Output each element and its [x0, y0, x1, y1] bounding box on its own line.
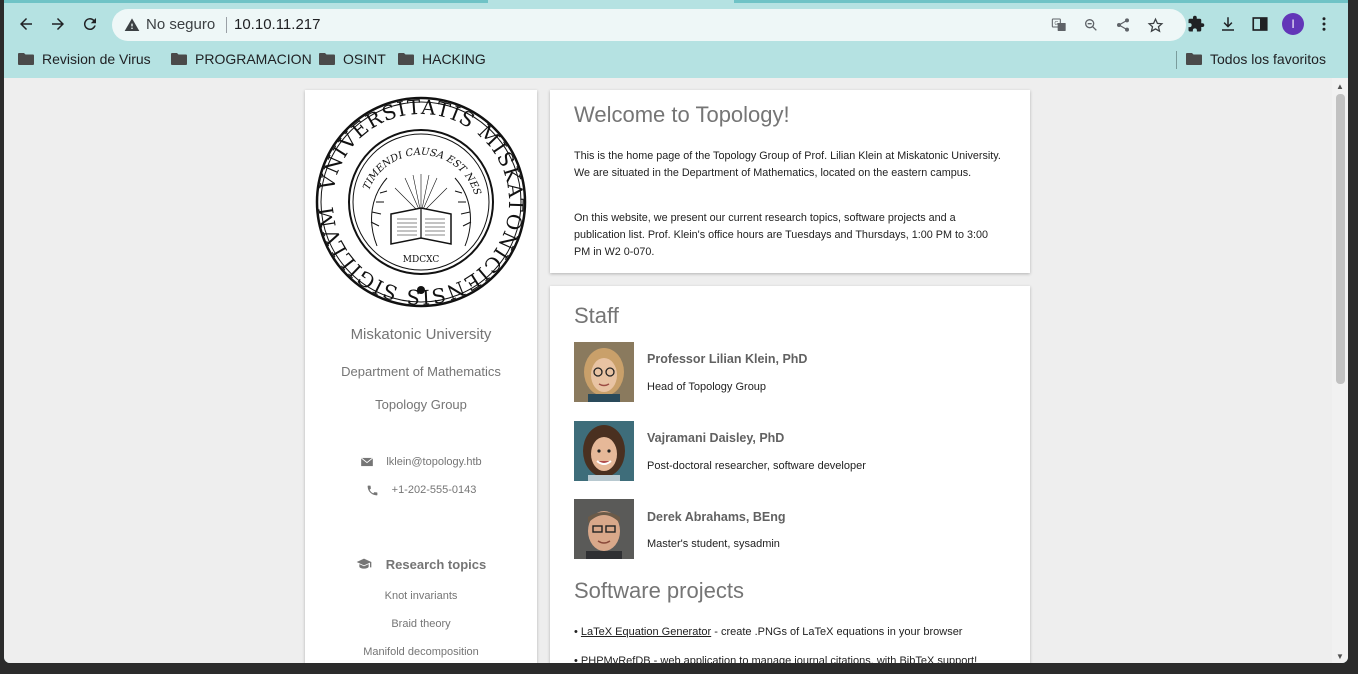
- page-viewport[interactable]: VNIVERSITATIS MISKATONICIENSIS SIGILLVM …: [4, 78, 1332, 663]
- bookmark-folder[interactable]: OSINT: [319, 51, 386, 67]
- staff-card: Staff Professor Lilian Klein, PhD Head o…: [550, 286, 1030, 663]
- group-name: Topology Group: [375, 397, 467, 412]
- bullet: •: [574, 626, 581, 638]
- staff-name: Vajramani Daisley, PhD: [647, 431, 785, 445]
- staff-photo-avatar: [574, 421, 634, 481]
- research-topic-item[interactable]: Knot invariants: [305, 590, 537, 602]
- bookmarks-bar: Revision de Virus PROGRAMACION OSINT HAC…: [4, 45, 1348, 75]
- back-button[interactable]: [12, 10, 40, 38]
- folder-icon: [171, 53, 187, 65]
- active-tab-indicator[interactable]: [4, 0, 488, 3]
- folder-icon: [319, 53, 335, 65]
- sidebar-card: VNIVERSITATIS MISKATONICIENSIS SIGILLVM …: [305, 90, 537, 663]
- scroll-thumb[interactable]: [1336, 94, 1345, 384]
- tab-indicator[interactable]: [734, 0, 1348, 3]
- security-status[interactable]: No seguro: [146, 16, 215, 33]
- project-desc: - create .PNGs of LaTeX equations in you…: [711, 626, 963, 638]
- email-text[interactable]: lklein@topology.htb: [386, 456, 481, 468]
- folder-icon: [398, 53, 414, 65]
- university-name: Miskatonic University: [350, 326, 492, 343]
- project-desc: - web application to manage journal cita…: [650, 655, 978, 663]
- bookmark-label: HACKING: [422, 51, 486, 67]
- download-icon[interactable]: [1218, 14, 1238, 34]
- bullet: •: [574, 655, 581, 663]
- graduation-cap-icon: [356, 556, 372, 572]
- page-scrollbar[interactable]: ▲ ▼: [1332, 78, 1348, 663]
- university-seal-logo: VNIVERSITATIS MISKATONICIENSIS SIGILLVM …: [315, 96, 527, 308]
- reload-icon: [83, 18, 96, 31]
- bookmark-star-icon[interactable]: [1146, 16, 1164, 34]
- bookmark-label: OSINT: [343, 51, 386, 67]
- omnibox-separator: [226, 17, 227, 33]
- url-text[interactable]: 10.10.11.217: [234, 16, 320, 33]
- phone-text: +1-202-555-0143: [391, 484, 477, 496]
- folder-icon: [18, 53, 34, 65]
- staff-role: Master's student, sysadmin: [647, 538, 780, 550]
- software-project-item: • LaTeX Equation Generator - create .PNG…: [574, 626, 962, 638]
- scroll-down-arrow-icon[interactable]: ▼: [1336, 652, 1344, 661]
- software-title: Software projects: [574, 578, 744, 603]
- reload-button[interactable]: [76, 10, 104, 38]
- staff-role: Post-doctoral researcher, software devel…: [647, 460, 866, 472]
- bookmarks-separator: [1176, 51, 1177, 69]
- scroll-up-arrow-icon[interactable]: ▲: [1336, 82, 1344, 91]
- bookmark-folder[interactable]: PROGRAMACION: [171, 51, 312, 67]
- welcome-title: Welcome to Topology!: [574, 102, 790, 127]
- staff-name: Professor Lilian Klein, PhD: [647, 352, 808, 366]
- staff-name: Derek Abrahams, BEng: [647, 510, 786, 524]
- browser-window: No seguro 10.10.11.217 G I Revision de V…: [4, 0, 1348, 663]
- bookmark-folder[interactable]: HACKING: [398, 51, 486, 67]
- staff-role: Head of Topology Group: [647, 381, 767, 393]
- welcome-paragraph: This is the home page of the Topology Gr…: [574, 150, 1001, 179]
- research-topics-heading: Research topics: [305, 556, 537, 572]
- research-topic-item[interactable]: Manifold decomposition: [305, 646, 537, 658]
- research-topics-label: Research topics: [385, 556, 487, 572]
- bookmark-folder[interactable]: Revision de Virus: [18, 51, 151, 67]
- warning-icon[interactable]: [124, 17, 140, 33]
- phone-icon: [366, 483, 380, 497]
- address-bar[interactable]: No seguro 10.10.11.217 G: [112, 9, 1186, 41]
- forward-button[interactable]: [44, 10, 72, 38]
- staff-photo-avatar: [574, 342, 634, 402]
- menu-kebab-icon[interactable]: [1314, 14, 1334, 34]
- bookmark-label: PROGRAMACION: [195, 51, 312, 67]
- envelope-icon: [360, 455, 374, 469]
- bookmark-label: Todos los favoritos: [1210, 51, 1326, 67]
- bookmark-label: Revision de Virus: [42, 51, 151, 67]
- translate-icon[interactable]: G: [1050, 16, 1068, 34]
- share-icon[interactable]: [1114, 16, 1132, 34]
- all-bookmarks-folder[interactable]: Todos los favoritos: [1186, 51, 1326, 67]
- project-link[interactable]: LaTeX Equation Generator: [581, 626, 711, 638]
- staff-photo-avatar: [574, 499, 634, 559]
- profile-avatar[interactable]: I: [1282, 13, 1304, 35]
- welcome-paragraph: On this website, we present our current …: [574, 212, 988, 258]
- arrow-right-icon: [52, 18, 64, 30]
- email-contact[interactable]: lklein@topology.htb: [305, 455, 537, 469]
- zoom-icon[interactable]: [1082, 16, 1100, 34]
- welcome-card: Welcome to Topology! This is the home pa…: [550, 90, 1030, 273]
- software-project-item: • PHPMyRefDB - web application to manage…: [574, 655, 977, 663]
- arrow-left-icon: [20, 18, 32, 30]
- staff-title: Staff: [574, 303, 619, 328]
- seal-year: MDCXC: [403, 255, 440, 265]
- extensions-icon[interactable]: [1186, 14, 1206, 34]
- project-link[interactable]: PHPMyRefDB: [581, 655, 651, 663]
- svg-text:G: G: [1054, 21, 1058, 27]
- phone-contact: +1-202-555-0143: [305, 483, 537, 497]
- side-panel-icon[interactable]: [1250, 14, 1270, 34]
- department-name: Department of Mathematics: [341, 364, 501, 379]
- research-topic-item[interactable]: Braid theory: [305, 618, 537, 630]
- folder-icon: [1186, 53, 1202, 65]
- browser-toolbar: No seguro 10.10.11.217 G I: [4, 4, 1348, 44]
